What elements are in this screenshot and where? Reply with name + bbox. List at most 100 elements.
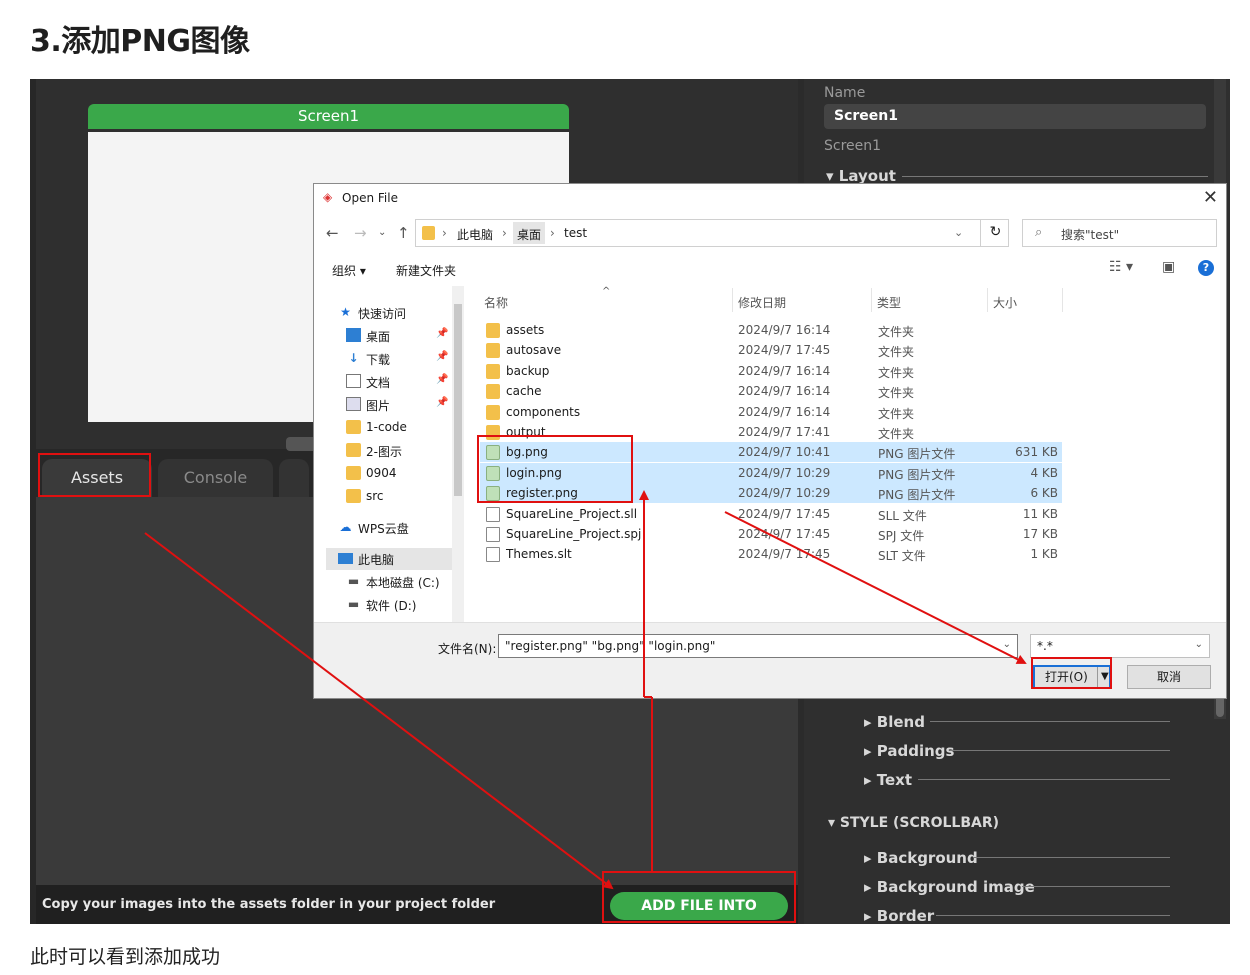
sidebar-item-0904[interactable]: 0904	[326, 463, 460, 485]
sidebar-scroll-thumb[interactable]	[454, 304, 462, 496]
refresh-icon: ↻	[989, 224, 1002, 240]
divider	[930, 721, 1170, 722]
sidebar-item-drive-c[interactable]: ▬ 本地磁盘 (C:)	[326, 571, 460, 593]
sidebar-item-2-tushi[interactable]: 2-图示	[326, 440, 460, 462]
file-row[interactable]: assets 2024/9/7 16:14 文件夹	[480, 320, 1062, 340]
file-icon	[486, 547, 500, 563]
sidebar-item-documents[interactable]: 文档 📌	[326, 371, 460, 393]
picture-icon	[346, 397, 361, 411]
back-arrow-icon[interactable]: ←	[326, 224, 339, 242]
sidebar-item-1-code[interactable]: 1-code	[326, 417, 460, 439]
background-image-label: Background image	[876, 878, 1035, 896]
sidebar-item-this-pc[interactable]: 此电脑	[326, 548, 460, 570]
text-section[interactable]: ▸ Text	[864, 771, 912, 789]
address-bar[interactable]: › 此电脑 › 桌面 › test ⌄	[415, 219, 1009, 247]
preview-pane-icon[interactable]: ▣	[1162, 259, 1175, 275]
tab-console[interactable]: Console	[158, 459, 273, 497]
sidebar-item-wps-cloud[interactable]: ☁ WPS云盘	[326, 517, 460, 539]
view-options-icon[interactable]: ☷ ▾	[1109, 259, 1133, 275]
file-name: Themes.slt	[506, 547, 572, 562]
document-icon	[346, 374, 361, 388]
chevron-down-icon[interactable]: ⌄	[1195, 639, 1203, 650]
file-type: SLT 文件	[878, 549, 926, 564]
breadcrumb-desktop[interactable]: 桌面	[517, 226, 541, 243]
search-input[interactable]: ⌕ 搜索"test"	[1022, 219, 1217, 247]
style-scrollbar-section[interactable]: ▾ STYLE (SCROLLBAR)	[828, 815, 999, 831]
refresh-button[interactable]: ↻	[980, 219, 1010, 247]
sidebar-item-drive-d[interactable]: ▬ 软件 (D:)	[326, 594, 460, 616]
folder-icon	[486, 363, 500, 379]
column-separator[interactable]	[871, 288, 872, 312]
organize-button[interactable]: 组织 ▾	[332, 262, 366, 279]
column-size[interactable]: 大小	[993, 294, 1017, 311]
open-file-dialog: ◈ Open File ✕ ← → ⌄ ↑ › 此电脑 › 桌面 › test …	[313, 183, 1227, 699]
navigation-pane: ★ 快速访问 桌面 📌 ↓ 下载 📌 文档 📌 图片 📌 1-code 2-图示 0904 …	[326, 286, 464, 622]
folder-icon	[486, 323, 500, 338]
sidebar-item-label: 桌面	[366, 330, 391, 344]
file-row[interactable]: cache 2024/9/7 16:14 文件夹	[480, 381, 1062, 401]
chevron-down-icon[interactable]: ⌄	[1003, 639, 1011, 650]
breadcrumb-this-pc[interactable]: 此电脑	[457, 226, 493, 243]
file-row[interactable]: SquareLine_Project.spj 2024/9/7 17:45 SPJ …	[480, 524, 1062, 544]
file-name: components	[506, 404, 581, 419]
sort-ascending-icon: ^	[602, 286, 611, 297]
file-date: 2024/9/7 10:41	[738, 445, 831, 460]
background-image-section[interactable]: ▸ Background image	[864, 878, 1035, 896]
file-type-filter[interactable]: *.* ⌄	[1030, 634, 1210, 658]
dialog-titlebar: ◈ Open File ✕	[314, 184, 1226, 212]
border-section[interactable]: ▸ Border	[864, 907, 934, 924]
sidebar-item-quick-access[interactable]: ★ 快速访问	[326, 302, 460, 324]
sidebar-item-downloads[interactable]: ↓ 下载 📌	[326, 348, 460, 370]
filename-input[interactable]: "register.png" "bg.png" "login.png" ⌄	[498, 634, 1018, 658]
assets-hint: Copy your images into the assets folder …	[42, 897, 496, 912]
breadcrumb-test[interactable]: test	[564, 226, 587, 240]
file-date: 2024/9/7 16:14	[738, 363, 831, 378]
up-arrow-icon[interactable]: ↑	[397, 224, 410, 242]
column-separator[interactable]	[1062, 288, 1063, 312]
sidebar-item-label: 文档	[366, 376, 391, 390]
sidebar-item-label: 图片	[366, 399, 391, 413]
help-icon[interactable]: ?	[1198, 260, 1214, 276]
file-list-header: 名称 ^ 修改日期 类型 大小	[478, 286, 1063, 314]
file-row[interactable]: autosave 2024/9/7 17:45 文件夹	[480, 340, 1062, 360]
new-folder-button[interactable]: 新建文件夹	[396, 262, 456, 279]
tab-extra[interactable]	[279, 459, 309, 497]
sidebar-item-label: 此电脑	[358, 553, 395, 567]
screen-tab[interactable]: Screen1	[88, 104, 569, 129]
column-separator[interactable]	[732, 288, 733, 312]
chevron-down-icon[interactable]: ⌄	[954, 226, 963, 239]
drive-icon: ▬	[347, 574, 360, 588]
pin-icon: 📌	[436, 397, 449, 408]
file-row[interactable]: Themes.slt 2024/9/7 17:45 SLT 文件 1 KB	[480, 544, 1062, 564]
navigation-bar: ← → ⌄ ↑ › 此电脑 › 桌面 › test ⌄ ↻ ⌕ 搜索"test"	[314, 216, 1226, 250]
sidebar-item-src[interactable]: src	[326, 486, 460, 508]
column-separator[interactable]	[987, 288, 988, 312]
file-icon	[486, 506, 500, 522]
background-section[interactable]: ▸ Background	[864, 849, 978, 867]
forward-arrow-icon[interactable]: →	[354, 224, 367, 242]
file-row[interactable]: components 2024/9/7 16:14 文件夹	[480, 402, 1062, 422]
column-name[interactable]: 名称	[484, 294, 508, 311]
recent-dropdown-icon[interactable]: ⌄	[378, 227, 386, 238]
file-row[interactable]: backup 2024/9/7 16:14 文件夹	[480, 361, 1062, 381]
file-name: cache	[506, 384, 542, 399]
file-type: 文件夹	[878, 365, 915, 380]
blend-section[interactable]: ▸ Blend	[864, 713, 925, 731]
annotation-box-add-file	[602, 871, 796, 923]
close-icon[interactable]: ✕	[1203, 187, 1218, 208]
column-date[interactable]: 修改日期	[738, 294, 786, 311]
cloud-icon: ☁	[339, 520, 352, 534]
folder-icon	[486, 384, 500, 400]
cancel-button[interactable]: 取消	[1127, 665, 1211, 689]
paddings-section[interactable]: ▸ Paddings	[864, 742, 954, 760]
folder-icon	[346, 489, 361, 503]
search-placeholder: 搜索"test"	[1061, 228, 1120, 242]
sidebar-item-pictures[interactable]: 图片 📌	[326, 394, 460, 416]
name-field[interactable]: Screen1	[824, 104, 1206, 129]
sidebar-item-desktop[interactable]: 桌面 📌	[326, 325, 460, 347]
dialog-toolbar: 组织 ▾ 新建文件夹 ☷ ▾ ▣ ?	[314, 254, 1226, 284]
drive-icon: ▬	[347, 597, 360, 611]
column-type[interactable]: 类型	[877, 294, 901, 311]
divider	[974, 857, 1170, 858]
file-row[interactable]: SquareLine_Project.sll 2024/9/7 17:45 SLL …	[480, 504, 1062, 524]
